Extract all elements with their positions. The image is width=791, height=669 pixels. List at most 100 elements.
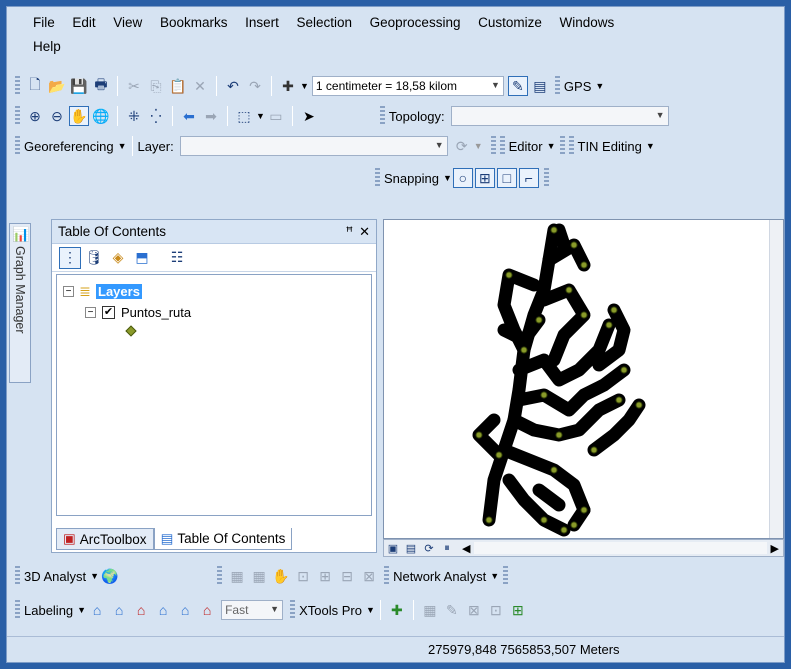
- delete-icon[interactable]: ✕: [190, 76, 210, 96]
- grid-icon[interactable]: ▦: [420, 600, 440, 620]
- vertex-snapping-icon[interactable]: □: [496, 168, 517, 188]
- refresh-icon[interactable]: ⟳: [421, 538, 437, 558]
- select-elements-icon[interactable]: ➤: [299, 106, 319, 126]
- route-map[interactable]: [384, 220, 769, 540]
- tool-h-icon[interactable]: ⊠: [464, 600, 484, 620]
- edge-snapping-icon[interactable]: ⌐: [518, 168, 539, 188]
- list-by-source-icon[interactable]: 🛢: [83, 247, 105, 269]
- select-features-icon[interactable]: ⬚: [234, 106, 254, 126]
- menu-bookmarks[interactable]: Bookmarks: [160, 11, 228, 35]
- tab-table-of-contents[interactable]: ▤ Table Of Contents: [153, 528, 293, 550]
- layers-root[interactable]: Layers: [96, 283, 142, 299]
- map-display[interactable]: [383, 219, 784, 539]
- list-by-selection-icon[interactable]: ⬒: [131, 247, 153, 269]
- zoom-out-icon[interactable]: ⊖: [47, 106, 67, 126]
- labeling-speed-combo[interactable]: Fast ▼: [221, 600, 284, 620]
- menu-file[interactable]: File: [33, 11, 55, 35]
- menu-insert[interactable]: Insert: [245, 11, 279, 35]
- copy-icon[interactable]: ⎘: [146, 76, 166, 96]
- lock-labels-icon[interactable]: ⌂: [109, 600, 129, 620]
- pin-icon[interactable]: ꟸ: [346, 224, 354, 240]
- menu-geoprocessing[interactable]: Geoprocessing: [370, 11, 461, 35]
- topology-combo[interactable]: ▼: [450, 106, 669, 126]
- fixed-zoom-out-icon[interactable]: ⁛: [146, 106, 166, 126]
- zoom-in-icon[interactable]: ⊕: [25, 106, 45, 126]
- pan-icon[interactable]: ✋: [69, 106, 89, 126]
- label-manager-icon[interactable]: ⌂: [87, 600, 107, 620]
- point-snapping-icon[interactable]: ○: [452, 168, 473, 188]
- end-snapping-icon[interactable]: ⊞: [474, 168, 495, 188]
- paste-icon[interactable]: 📋: [168, 76, 188, 96]
- tool-c-icon[interactable]: ✋: [271, 566, 291, 586]
- tool-a-icon[interactable]: ▦: [227, 566, 247, 586]
- snapping-menu[interactable]: Snapping: [384, 171, 439, 186]
- menu-help[interactable]: Help: [33, 35, 61, 59]
- rotate-icon[interactable]: ⟳: [452, 136, 472, 156]
- tool-f-icon[interactable]: ⊟: [337, 566, 357, 586]
- xtools-pro-menu[interactable]: XTools Pro: [299, 603, 362, 618]
- network-analyst-menu[interactable]: Network Analyst: [393, 569, 486, 584]
- add-icon[interactable]: ✚: [387, 600, 407, 620]
- map-horizontal-scrollbar[interactable]: [474, 542, 767, 554]
- options-icon[interactable]: ☷: [166, 247, 188, 269]
- globe-icon[interactable]: 🌍: [100, 566, 120, 586]
- add-green-icon[interactable]: ⊞: [508, 600, 528, 620]
- georeferencing-menu[interactable]: Georeferencing: [24, 139, 114, 154]
- layer-name[interactable]: Puntos_ruta: [121, 305, 191, 320]
- pause-labeling-icon[interactable]: ⌂: [153, 600, 173, 620]
- open-folder-icon[interactable]: 📂: [47, 76, 67, 96]
- tin-editing-menu[interactable]: TIN Editing: [578, 139, 642, 154]
- layer-combo[interactable]: ▼: [179, 136, 448, 156]
- editor-toolbar-icon[interactable]: ✎: [507, 76, 528, 96]
- undo-icon[interactable]: ↶: [223, 76, 243, 96]
- fixed-zoom-in-icon[interactable]: ⁜: [124, 106, 144, 126]
- gps-menu[interactable]: GPS: [564, 79, 591, 94]
- scroll-right-icon[interactable]: ▶: [771, 542, 779, 555]
- menu-edit[interactable]: Edit: [72, 11, 95, 35]
- table-icon[interactable]: ▤: [530, 76, 550, 96]
- 3d-analyst-menu[interactable]: 3D Analyst: [24, 569, 86, 584]
- full-extent-icon[interactable]: 🌐: [91, 106, 111, 126]
- editor-menu[interactable]: Editor: [509, 139, 543, 154]
- menu-windows[interactable]: Windows: [560, 11, 615, 35]
- labeling-menu[interactable]: Labeling: [24, 603, 73, 618]
- map-vertical-scrollbar[interactable]: [769, 220, 783, 538]
- cut-icon[interactable]: ✂: [124, 76, 144, 96]
- toolbar-grip[interactable]: [15, 76, 20, 96]
- forward-extent-icon[interactable]: ➡: [201, 106, 221, 126]
- close-icon[interactable]: ✕: [359, 224, 370, 240]
- clear-selection-icon[interactable]: ▭: [266, 106, 286, 126]
- remove-labels-icon[interactable]: ⌂: [197, 600, 217, 620]
- back-extent-icon[interactable]: ⬅: [179, 106, 199, 126]
- add-data-icon[interactable]: ✚: [278, 76, 298, 96]
- tab-arctoolbox[interactable]: ▣ ArcToolbox: [56, 528, 154, 550]
- pencil-icon[interactable]: ✎: [442, 600, 462, 620]
- view-unplaced-icon[interactable]: ⌂: [175, 600, 195, 620]
- tool-e-icon[interactable]: ⊞: [315, 566, 335, 586]
- new-document-icon[interactable]: 🗋: [25, 76, 45, 96]
- menu-customize[interactable]: Customize: [478, 11, 542, 35]
- layer-visibility-checkbox[interactable]: ✔: [102, 306, 115, 319]
- data-view-icon[interactable]: ▣: [385, 538, 401, 558]
- save-icon[interactable]: 💾: [69, 76, 89, 96]
- graph-manager-tab[interactable]: 📊 Graph Manager: [9, 223, 31, 383]
- tool-d-icon[interactable]: ⊡: [293, 566, 313, 586]
- list-by-visibility-icon[interactable]: ◈: [107, 247, 129, 269]
- pause-icon[interactable]: ⏸: [439, 538, 455, 558]
- tool-b-icon[interactable]: ▦: [249, 566, 269, 586]
- menu-selection[interactable]: Selection: [296, 11, 352, 35]
- menu-view[interactable]: View: [113, 11, 142, 35]
- print-icon[interactable]: 🖶: [91, 76, 111, 96]
- coordinates-readout: 275979,848 7565853,507 Meters: [428, 642, 620, 657]
- tool-i-icon[interactable]: ⊡: [486, 600, 506, 620]
- tool-g-icon[interactable]: ⊠: [359, 566, 379, 586]
- list-by-drawing-order-icon[interactable]: ⋮: [59, 246, 81, 269]
- scroll-left-icon[interactable]: ◀: [462, 542, 470, 555]
- unplaced-labels-icon[interactable]: ⌂: [131, 600, 151, 620]
- collapse-layers-icon[interactable]: −: [63, 285, 74, 297]
- map-scale-combo[interactable]: 1 centimeter = 18,58 kilom ▼: [311, 76, 504, 96]
- layout-view-icon[interactable]: ▤: [403, 538, 419, 558]
- collapse-layer-icon[interactable]: −: [85, 307, 96, 318]
- layer-symbol-icon[interactable]: [125, 325, 137, 337]
- redo-icon[interactable]: ↷: [245, 76, 265, 96]
